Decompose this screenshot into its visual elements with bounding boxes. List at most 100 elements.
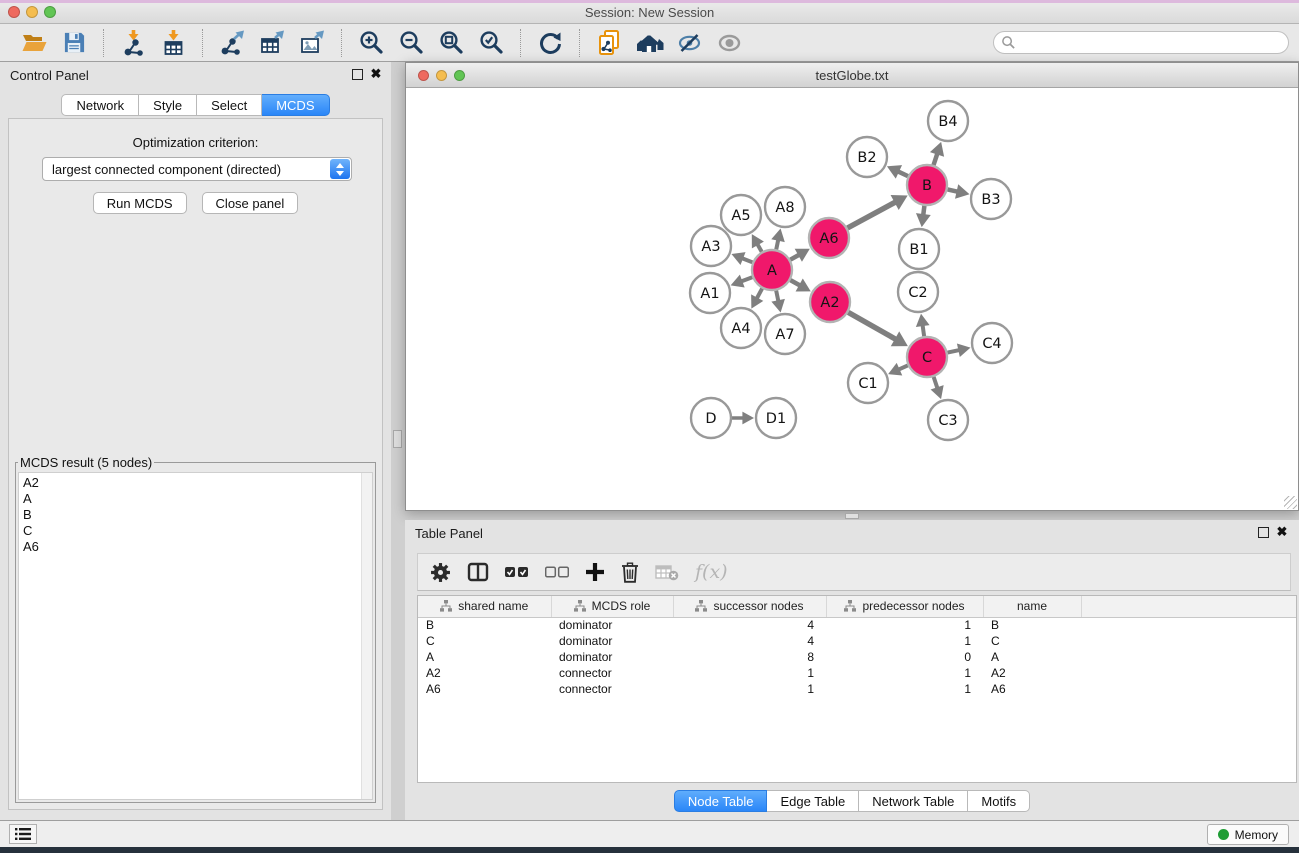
float-table-panel-button[interactable] xyxy=(1258,527,1269,538)
node-label-A7: A7 xyxy=(775,327,794,343)
edge-C-C4[interactable] xyxy=(948,350,960,353)
edge-C-C3[interactable] xyxy=(934,377,938,388)
column-header-shared-name[interactable]: shared name xyxy=(418,596,551,617)
column-header-MCDS-role[interactable]: MCDS role xyxy=(551,596,673,617)
tab-network[interactable]: Network xyxy=(61,94,139,116)
table-cell: 4 xyxy=(673,617,826,633)
edge-B-B4[interactable] xyxy=(934,153,938,165)
clear-selection-button[interactable] xyxy=(545,559,569,585)
column-visibility-icon xyxy=(467,562,489,582)
column-visibility-button[interactable] xyxy=(467,559,489,585)
column-header-name[interactable]: name xyxy=(983,596,1081,617)
table-settings-button[interactable] xyxy=(430,559,451,585)
tab-node-table[interactable]: Node Table xyxy=(674,790,768,812)
delete-column-button[interactable] xyxy=(621,559,639,585)
close-table-panel-button[interactable]: ✖ xyxy=(1275,524,1289,540)
tab-mcds[interactable]: MCDS xyxy=(262,94,329,116)
export-image-button[interactable] xyxy=(297,28,327,58)
network-canvas[interactable]: B4B2BB3A8A5A6B1A3AA1C2A2A4A7C4CC1C3DD1 xyxy=(406,88,1298,510)
first-neighbors-button[interactable] xyxy=(634,28,664,58)
edge-A-A5[interactable] xyxy=(757,244,761,252)
export-network-button[interactable] xyxy=(217,28,247,58)
edge-A2-C[interactable] xyxy=(848,312,896,339)
open-session-button[interactable] xyxy=(19,28,49,58)
node-label-D: D xyxy=(705,411,716,427)
zoom-fit-button[interactable] xyxy=(436,28,466,58)
edge-A-A2[interactable] xyxy=(790,280,800,285)
task-history-button[interactable] xyxy=(9,824,37,844)
table-cell: 1 xyxy=(826,633,983,649)
edge-C-C2[interactable] xyxy=(923,325,925,336)
edge-A-A6[interactable] xyxy=(790,255,799,260)
delete-table-button[interactable] xyxy=(655,559,679,585)
table-row[interactable]: A6connector11A6 xyxy=(418,681,1296,697)
table-cell-filler xyxy=(1081,617,1296,633)
import-table-button[interactable] xyxy=(158,28,188,58)
edge-B-B1[interactable] xyxy=(923,206,924,215)
table-row[interactable]: Adominator80A xyxy=(418,649,1296,665)
tab-style[interactable]: Style xyxy=(139,94,197,116)
tab-motifs[interactable]: Motifs xyxy=(968,790,1030,812)
tab-select[interactable]: Select xyxy=(197,94,262,116)
hide-selected-button[interactable] xyxy=(674,28,704,58)
mcds-result-item[interactable]: A2 xyxy=(23,475,372,491)
table-row[interactable]: Cdominator41C xyxy=(418,633,1296,649)
add-column-button[interactable] xyxy=(585,559,605,585)
show-all-button[interactable] xyxy=(714,28,744,58)
task-list-icon xyxy=(15,827,31,841)
table-row[interactable]: A2connector11A2 xyxy=(418,665,1296,681)
edge-A-A8[interactable] xyxy=(776,240,778,250)
table-cell: 1 xyxy=(673,681,826,697)
edge-A-A1[interactable] xyxy=(741,277,752,281)
attribute-type-icon xyxy=(440,600,452,612)
mcds-result-box: MCDS result (5 nodes) A2ABCA6 xyxy=(15,455,376,803)
run-mcds-button[interactable]: Run MCDS xyxy=(93,192,187,214)
save-session-button[interactable] xyxy=(59,28,89,58)
toolbar-separator xyxy=(103,29,104,57)
mcds-result-item[interactable]: A xyxy=(23,491,372,507)
edge-A-A4[interactable] xyxy=(757,289,762,299)
search-input[interactable] xyxy=(1016,34,1288,52)
first-neighbors-icon xyxy=(634,31,664,55)
desktop-background-strip xyxy=(0,847,1299,853)
edge-A-A7[interactable] xyxy=(776,291,778,302)
edge-B-B3[interactable] xyxy=(948,189,958,191)
float-panel-button[interactable] xyxy=(352,69,363,80)
mcds-result-item[interactable]: C xyxy=(23,523,372,539)
window-resize-grip[interactable] xyxy=(1284,496,1297,509)
horizontal-splitter-grip[interactable] xyxy=(845,513,859,519)
table-panel-header: Table Panel ✖ xyxy=(405,520,1299,546)
zoom-in-button[interactable] xyxy=(356,28,386,58)
tab-network-table[interactable]: Network Table xyxy=(859,790,968,812)
edge-A6-B[interactable] xyxy=(847,202,895,228)
vertical-splitter-grip[interactable] xyxy=(393,430,402,448)
criterion-dropdown[interactable]: largest connected component (directed) xyxy=(42,157,352,181)
close-panel-button[interactable]: ✖ xyxy=(369,66,383,82)
import-network-icon xyxy=(121,30,146,56)
zoom-selected-button[interactable] xyxy=(476,28,506,58)
table-settings-gear-icon xyxy=(430,562,451,583)
mcds-result-item[interactable]: A6 xyxy=(23,539,372,555)
select-all-button[interactable] xyxy=(505,559,529,585)
close-mcds-panel-button[interactable]: Close panel xyxy=(202,192,299,214)
export-table-button[interactable] xyxy=(257,28,287,58)
network-view-window: testGlobe.txt B4B2BB3A8A5A6B1A3AA1C2A2A4… xyxy=(405,62,1299,511)
result-scrollbar[interactable] xyxy=(361,473,372,799)
table-cell: dominator xyxy=(551,649,673,665)
column-header-successor-nodes[interactable]: successor nodes xyxy=(673,596,826,617)
edge-B-B2[interactable] xyxy=(898,171,908,176)
new-network-from-selection-button[interactable] xyxy=(594,28,624,58)
function-builder-button[interactable]: f(x) xyxy=(695,559,728,585)
edge-arrowhead-icon xyxy=(957,343,971,356)
edge-C-C1[interactable] xyxy=(899,365,908,369)
table-cell: 0 xyxy=(826,649,983,665)
memory-button[interactable]: Memory xyxy=(1207,824,1289,845)
mcds-result-item[interactable]: B xyxy=(23,507,372,523)
edge-A-A3[interactable] xyxy=(742,258,752,262)
zoom-out-button[interactable] xyxy=(396,28,426,58)
table-row[interactable]: Bdominator41B xyxy=(418,617,1296,633)
apply-layout-button[interactable] xyxy=(535,28,565,58)
import-network-button[interactable] xyxy=(118,28,148,58)
column-header-predecessor-nodes[interactable]: predecessor nodes xyxy=(826,596,983,617)
tab-edge-table[interactable]: Edge Table xyxy=(767,790,859,812)
